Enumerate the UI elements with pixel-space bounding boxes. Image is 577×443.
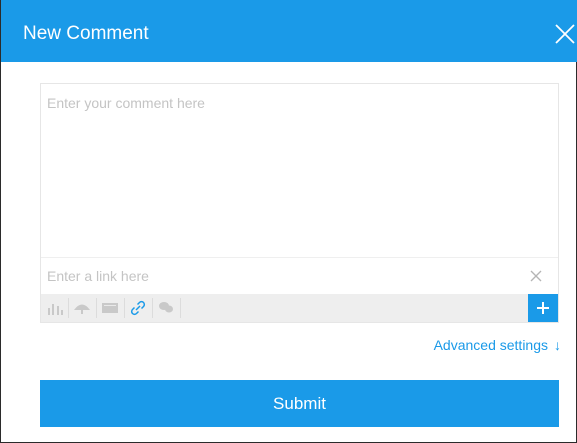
comment-icon[interactable] bbox=[154, 294, 178, 322]
link-row bbox=[41, 257, 558, 294]
new-comment-dialog: New Comment Enter your comment here Ente… bbox=[0, 0, 577, 443]
storyboard-icon[interactable] bbox=[98, 294, 122, 322]
add-button[interactable] bbox=[528, 294, 558, 322]
advanced-settings-link[interactable]: Advanced settings ↓ bbox=[391, 335, 561, 355]
toolbar-divider bbox=[124, 298, 125, 318]
toolbar-divider bbox=[152, 298, 153, 318]
bar-chart-icon[interactable] bbox=[43, 294, 67, 322]
dialog-title: New Comment bbox=[23, 23, 149, 44]
advanced-settings-label: Advanced settings bbox=[433, 337, 548, 353]
submit-button[interactable]: Submit bbox=[40, 380, 559, 427]
arrow-down-icon: ↓ bbox=[554, 337, 561, 353]
umbrella-icon[interactable] bbox=[70, 294, 94, 322]
comment-input[interactable] bbox=[41, 84, 558, 257]
link-input[interactable] bbox=[41, 258, 521, 294]
toolbar-divider bbox=[180, 298, 181, 318]
toolbar-divider bbox=[68, 298, 69, 318]
toolbar-divider bbox=[96, 298, 97, 318]
comment-editor bbox=[40, 83, 559, 323]
dialog-header: New Comment bbox=[1, 0, 577, 62]
attachment-toolbar bbox=[41, 294, 558, 322]
clear-link-icon[interactable] bbox=[529, 269, 543, 283]
link-icon[interactable] bbox=[126, 294, 150, 322]
close-icon[interactable] bbox=[553, 22, 577, 46]
